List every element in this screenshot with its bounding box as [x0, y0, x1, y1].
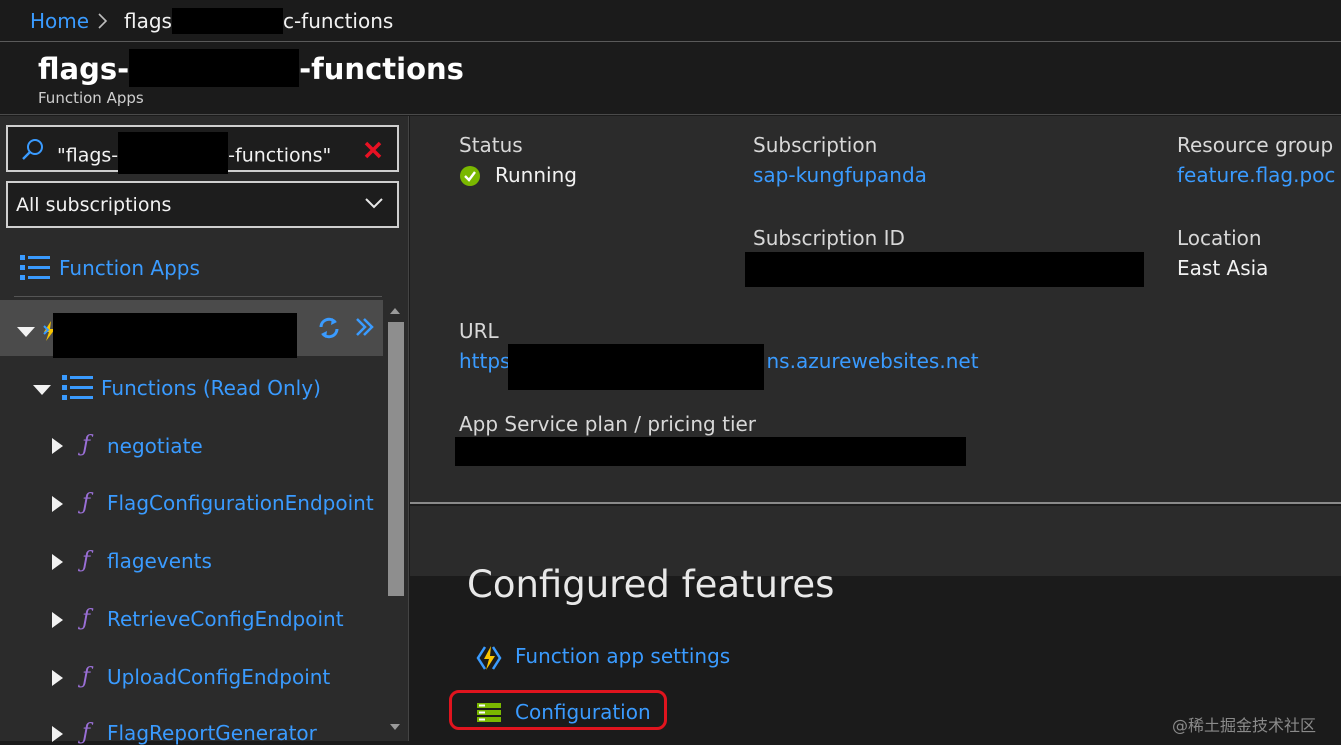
collapse-arrow-icon[interactable]	[17, 327, 35, 337]
plan-label: App Service plan / pricing tier	[459, 412, 757, 436]
function-app-settings-icon	[476, 646, 502, 670]
chevron-right-icon	[98, 13, 108, 29]
expand-double-chevron-icon[interactable]	[354, 316, 376, 338]
subscription-label: Subscription	[753, 133, 878, 157]
scrollbar-thumb[interactable]	[388, 322, 404, 596]
function-item[interactable]: FlagReportGenerator	[107, 721, 317, 745]
redacted-subscription-id	[745, 252, 1144, 287]
expand-arrow-icon[interactable]	[52, 726, 63, 742]
breadcrumb-current: flags c-functions	[124, 7, 394, 34]
function-apps-section-link[interactable]: Function Apps	[59, 256, 200, 280]
search-query: "flags- -functions"	[57, 132, 331, 174]
redacted-url	[508, 344, 764, 390]
subscription-filter-value: All subscriptions	[16, 194, 172, 216]
collapse-arrow-icon[interactable]	[33, 385, 51, 395]
search-icon	[22, 139, 43, 160]
expand-arrow-icon[interactable]	[52, 496, 63, 512]
expand-arrow-icon[interactable]	[52, 554, 63, 570]
function-item[interactable]: UploadConfigEndpoint	[107, 665, 330, 689]
list-icon	[20, 255, 50, 280]
function-icon: ƒ	[82, 606, 91, 631]
status-label: Status	[459, 133, 523, 157]
function-icon: ƒ	[82, 720, 91, 745]
scroll-down-icon[interactable]	[388, 722, 402, 732]
status-value: Running	[495, 163, 577, 187]
function-icon: ƒ	[82, 490, 91, 515]
function-item[interactable]: negotiate	[107, 434, 203, 458]
list-icon	[62, 375, 93, 400]
function-icon: ƒ	[82, 432, 91, 457]
page-title: flags- -functions	[38, 49, 464, 87]
divider	[14, 296, 382, 297]
function-icon: ƒ	[82, 548, 91, 573]
expand-arrow-icon[interactable]	[52, 670, 63, 686]
chevron-down-icon	[365, 198, 383, 209]
subscription-link[interactable]: sap-kungfupanda	[753, 163, 927, 187]
expand-arrow-icon[interactable]	[52, 612, 63, 628]
redacted-app-name	[53, 313, 297, 358]
function-app-settings-link[interactable]: Function app settings	[515, 644, 730, 668]
page-subtitle: Function Apps	[38, 89, 144, 107]
function-item[interactable]: RetrieveConfigEndpoint	[107, 607, 344, 631]
expand-arrow-icon[interactable]	[52, 438, 63, 454]
functions-group-label[interactable]: Functions (Read Only)	[101, 376, 321, 400]
status-ok-icon	[460, 166, 480, 186]
url-label: URL	[459, 319, 499, 343]
redacted-plan	[455, 437, 966, 466]
scroll-up-icon[interactable]	[388, 306, 402, 316]
function-item[interactable]: flagevents	[107, 549, 212, 573]
watermark: @稀土掘金技术社区	[1172, 716, 1317, 735]
resource-group-label: Resource group	[1177, 133, 1334, 157]
clear-search-icon[interactable]	[362, 139, 384, 161]
breadcrumb-home-link[interactable]: Home	[30, 9, 89, 33]
configured-features-heading: Configured features	[467, 563, 835, 606]
configuration-icon	[477, 703, 501, 722]
subscription-id-label: Subscription ID	[753, 226, 905, 250]
location-label: Location	[1177, 226, 1262, 250]
function-item[interactable]: FlagConfigurationEndpoint	[107, 491, 374, 515]
location-value: East Asia	[1177, 256, 1269, 280]
refresh-icon[interactable]	[317, 316, 341, 340]
function-icon: ƒ	[82, 664, 91, 689]
resource-group-link[interactable]: feature.flag.poc	[1177, 163, 1335, 187]
configuration-link[interactable]: Configuration	[515, 700, 651, 724]
